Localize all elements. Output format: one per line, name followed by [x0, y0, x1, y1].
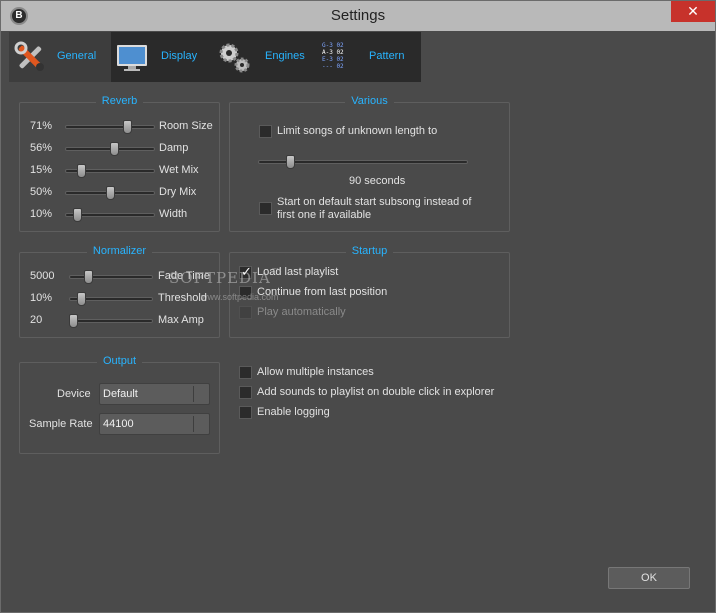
tab-pattern-label: Pattern: [369, 50, 405, 62]
wet-mix-label: Wet Mix: [159, 164, 199, 176]
tab-display[interactable]: Display: [111, 32, 213, 82]
device-select[interactable]: Default: [99, 383, 210, 405]
fade-time-slider[interactable]: [69, 275, 153, 279]
monitor-icon: [117, 45, 147, 71]
svg-text:--- 02: --- 02: [322, 63, 344, 70]
dry-mix-label: Dry Mix: [159, 186, 197, 198]
enable-logging-checkbox[interactable]: [239, 406, 252, 419]
output-group: Output: [19, 355, 220, 454]
song-length-slider-thumb[interactable]: [286, 155, 296, 169]
dry-mix-slider-thumb[interactable]: [105, 186, 115, 200]
tab-bar: General Display Engines G-3 02 A-3 02 E-…: [9, 32, 421, 82]
svg-text:E-3 02: E-3 02: [322, 56, 344, 63]
tools-icon: [14, 41, 44, 71]
add-sounds-checkbox[interactable]: [239, 386, 252, 399]
normalizer-title: Normalizer: [86, 245, 153, 257]
room-size-slider[interactable]: [65, 125, 155, 129]
startup-title: Startup: [345, 245, 394, 257]
wet-mix-value: 15%: [30, 164, 53, 176]
room-size-slider-thumb[interactable]: [122, 120, 132, 134]
width-slider-thumb[interactable]: [73, 208, 83, 222]
threshold-label: Threshold: [158, 292, 207, 304]
default-subsong-label-line2: first one if available: [277, 209, 372, 221]
settings-window: B Settings ✕ General Display Engines G-3…: [0, 0, 716, 613]
dry-mix-value: 50%: [30, 186, 53, 198]
damp-slider-thumb[interactable]: [110, 142, 120, 156]
svg-text:G-3 02: G-3 02: [322, 42, 344, 49]
fade-time-value: 5000: [30, 270, 55, 282]
tab-display-label: Display: [161, 50, 198, 62]
room-size-label: Room Size: [159, 120, 213, 132]
close-button[interactable]: ✕: [671, 1, 715, 22]
tab-general-label: General: [57, 50, 97, 62]
threshold-slider-thumb[interactable]: [76, 292, 86, 306]
gears-icon: [219, 43, 250, 73]
max-amp-value: 20: [30, 314, 43, 326]
width-label: Width: [159, 208, 188, 220]
title-bar[interactable]: B Settings ✕: [1, 1, 715, 31]
tab-pattern[interactable]: G-3 02 A-3 02 E-3 02 --- 02 Pattern: [315, 32, 421, 82]
width-value: 10%: [30, 208, 53, 220]
various-title: Various: [345, 95, 394, 107]
play-automatically-checkbox[interactable]: [239, 306, 252, 319]
ok-button[interactable]: OK: [608, 567, 690, 589]
wet-mix-slider-thumb[interactable]: [77, 164, 87, 178]
max-amp-slider-thumb[interactable]: [69, 314, 78, 328]
sample-rate-label: Sample Rate: [29, 418, 93, 430]
fade-time-slider-thumb[interactable]: [84, 270, 93, 284]
pattern-icon: G-3 02 A-3 02 E-3 02 --- 02: [322, 42, 344, 70]
watermark-url: www.softpedia.com: [201, 292, 279, 302]
song-length-value: 90 seconds: [349, 175, 406, 187]
sample-rate-select[interactable]: 44100: [99, 413, 210, 435]
damp-label: Damp: [159, 142, 189, 154]
add-sounds-label: Add sounds to playlist on double click i…: [257, 386, 495, 398]
limit-songs-label: Limit songs of unknown length to: [277, 125, 438, 137]
allow-multiple-instances-label: Allow multiple instances: [257, 366, 374, 378]
device-label: Device: [57, 388, 91, 400]
max-amp-slider[interactable]: [69, 319, 153, 323]
threshold-value: 10%: [30, 292, 53, 304]
sample-rate-select-value: 44100: [103, 418, 134, 430]
device-select-value: Default: [103, 388, 138, 400]
default-subsong-checkbox[interactable]: [259, 202, 272, 215]
watermark-text: SOFTPEDIA: [169, 269, 271, 287]
tab-engines[interactable]: Engines: [213, 32, 315, 82]
default-subsong-label-line1: Start on default start subsong instead o…: [277, 196, 472, 208]
damp-value: 56%: [30, 142, 53, 154]
enable-logging-label: Enable logging: [257, 406, 330, 418]
output-title: Output: [96, 355, 143, 367]
tab-general[interactable]: General: [9, 32, 111, 82]
play-automatically-label: Play automatically: [257, 306, 346, 318]
tab-engines-label: Engines: [265, 50, 305, 62]
window-title: Settings: [330, 7, 386, 24]
max-amp-label: Max Amp: [158, 314, 204, 326]
room-size-value: 71%: [30, 120, 53, 132]
reverb-title: Reverb: [95, 95, 144, 107]
allow-multiple-instances-checkbox[interactable]: [239, 366, 252, 379]
watermark: SOFTPEDIA™: [169, 265, 284, 287]
svg-text:A-3 02: A-3 02: [322, 49, 344, 56]
watermark-trademark: ™: [270, 265, 285, 280]
limit-songs-checkbox[interactable]: [259, 125, 272, 138]
